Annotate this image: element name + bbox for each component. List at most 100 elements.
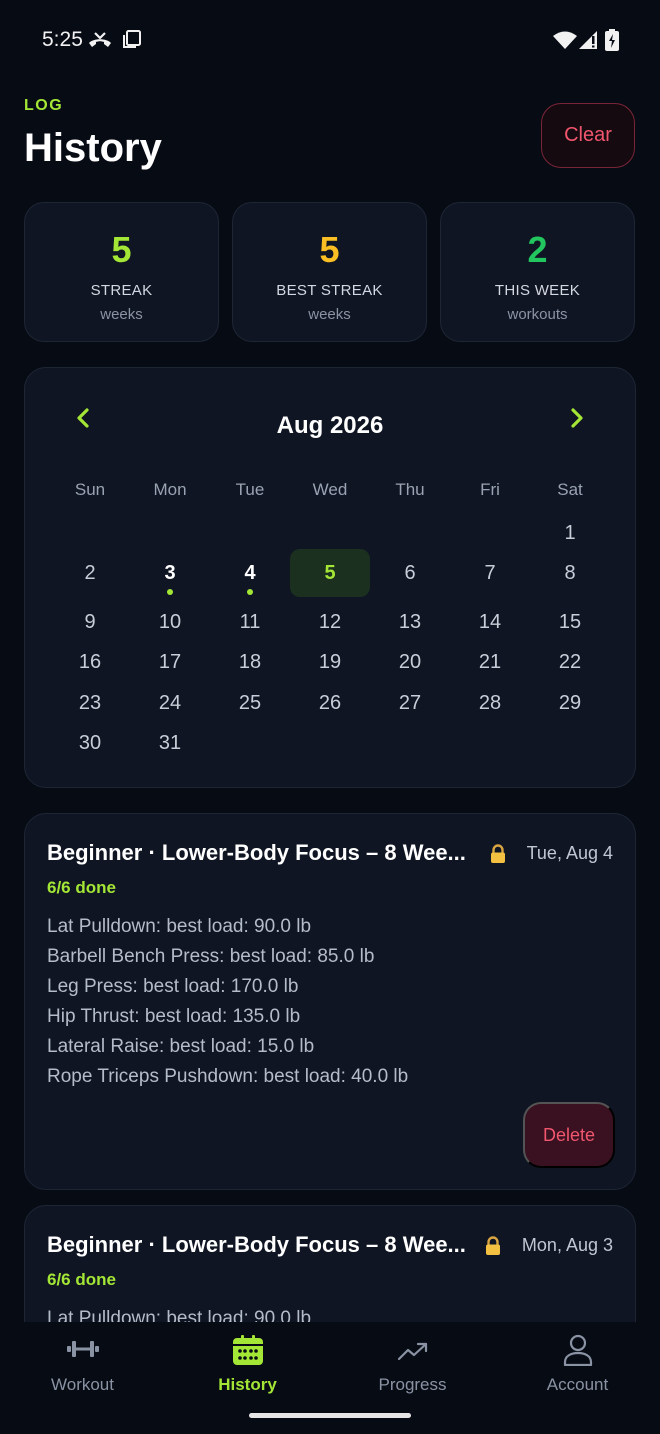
calendar-day-number: 4: [244, 562, 256, 584]
streak-card: 5 STREAK weeks: [24, 202, 219, 342]
calendar-day[interactable]: 29: [530, 679, 610, 727]
calendar-day-number: 10: [158, 611, 182, 633]
calendar-day[interactable]: 8: [530, 549, 610, 597]
this-week-unit: workouts: [507, 306, 568, 323]
this-week-card: 2 THIS WEEK workouts: [440, 202, 635, 342]
calendar-day-number: 11: [239, 611, 261, 633]
calendar-day-number: 17: [158, 651, 182, 673]
delete-session-button[interactable]: Delete: [523, 1102, 615, 1168]
next-month-button[interactable]: [557, 398, 597, 438]
calendar-day-today[interactable]: 5: [290, 549, 370, 597]
session-date: Mon, Aug 3: [521, 1235, 613, 1255]
calendar-day-number: 8: [564, 562, 576, 584]
lock-icon: [486, 1236, 500, 1255]
chevron-right-icon: [571, 408, 583, 428]
battery-icon: [605, 29, 619, 51]
logged-workout-dot: [247, 589, 253, 595]
clear-button[interactable]: Clear: [541, 103, 635, 168]
home-indicator[interactable]: [249, 1413, 411, 1418]
dumbbell-icon: [66, 1341, 99, 1357]
calendar-day-number: 24: [158, 692, 182, 714]
best-streak-value: 5: [319, 229, 340, 270]
calendar-day-number: 14: [478, 611, 502, 633]
calendar-day[interactable]: 26: [290, 679, 370, 727]
person-icon: [563, 1334, 592, 1366]
session-done-count: 6/6 done: [47, 1270, 116, 1289]
exercise-list: Lat Pulldown: best load: 90.0 lb Barbell…: [47, 912, 408, 1092]
calendar-day[interactable]: 3: [130, 549, 210, 597]
calendar-day-number: 26: [318, 692, 342, 714]
page-title: History: [24, 126, 162, 170]
calendar-day-number: 22: [558, 651, 582, 673]
calendar-day[interactable]: 30: [50, 719, 130, 767]
calendar-day-number: 30: [78, 732, 102, 754]
session-title: Beginner · Lower-Body Focus – 8 Wee...: [47, 1232, 466, 1257]
streak-unit: weeks: [100, 306, 143, 323]
session-date: Tue, Aug 4: [526, 843, 613, 863]
nav-label: Account: [546, 1375, 609, 1394]
calendar-day-number: 7: [484, 562, 496, 584]
best-streak-card: 5 BEST STREAK weeks: [232, 202, 427, 342]
streak-label: STREAK: [90, 282, 153, 299]
nav-item-account[interactable]: Account: [495, 1322, 660, 1412]
calendar-day-number: 31: [158, 732, 182, 754]
streak-value: 5: [111, 229, 132, 270]
calendar-day-number: 6: [404, 562, 416, 584]
calendar-day-number: 1: [564, 522, 576, 544]
calendar-day[interactable]: 7: [450, 549, 530, 597]
weekday-label: Fri: [480, 480, 500, 499]
logged-workout-dot: [167, 589, 173, 595]
trend-up-icon: [397, 1342, 427, 1361]
calendar-day[interactable]: 25: [210, 679, 290, 727]
calendar-day-number: 25: [238, 692, 262, 714]
calendar-day-number: 19: [318, 651, 342, 673]
calendar-day-number: 21: [478, 651, 502, 673]
session-done-count: 6/6 done: [47, 878, 116, 897]
this-week-value: 2: [527, 229, 548, 270]
weekday-label: Mon: [153, 480, 187, 499]
nav-label: History: [218, 1375, 277, 1394]
status-bar: 5:25: [0, 0, 660, 80]
best-streak-label: BEST STREAK: [276, 282, 383, 299]
screenshot-icon: [123, 30, 141, 48]
exercise-line: Hip Thrust: best load: 135.0 lb: [47, 1006, 301, 1027]
lock-icon: [491, 844, 505, 863]
signal-icon: [579, 31, 597, 49]
exercise-line: Lat Pulldown: best load: 90.0 lb: [47, 916, 312, 937]
session-title: Beginner · Lower-Body Focus – 8 Wee...: [47, 840, 466, 865]
weekday-label: Tue: [235, 480, 265, 499]
calendar-day-number: 15: [558, 611, 582, 633]
calendar-day[interactable]: 6: [370, 549, 450, 597]
weekday-label: Sun: [74, 480, 106, 499]
calendar-icon: [232, 1335, 263, 1365]
weekday-label: Thu: [395, 480, 425, 499]
calendar-day-number: 13: [398, 611, 422, 633]
calendar-day-number: 2: [84, 562, 96, 584]
nav-item-workout[interactable]: Workout: [0, 1322, 165, 1412]
section-eyebrow: LOG: [24, 97, 64, 114]
calendar-day[interactable]: 28: [450, 679, 530, 727]
calendar: Aug 2026 Sun Mon Tue Wed Thu Fri Sat 123…: [24, 367, 636, 788]
weekday-label: Wed: [312, 480, 348, 499]
calendar-day-number: 27: [398, 692, 422, 714]
calendar-day[interactable]: 4: [210, 549, 290, 597]
exercise-line: Lateral Raise: best load: 15.0 lb: [47, 1036, 315, 1057]
nav-label: Workout: [51, 1375, 114, 1394]
nav-item-history[interactable]: History: [165, 1322, 330, 1412]
calendar-day[interactable]: 31: [130, 719, 210, 767]
exercise-line: Rope Triceps Pushdown: best load: 40.0 l…: [47, 1066, 409, 1087]
calendar-month-label: Aug 2026: [276, 412, 384, 439]
exercise-line: Barbell Bench Press: best load: 85.0 lb: [47, 946, 375, 967]
calendar-day-number: 3: [164, 562, 176, 584]
nav-label: Progress: [378, 1375, 447, 1394]
calendar-day-number: 16: [78, 651, 102, 673]
this-week-label: THIS WEEK: [494, 282, 581, 299]
calendar-day[interactable]: 27: [370, 679, 450, 727]
calendar-day[interactable]: 2: [50, 549, 130, 597]
wifi-icon: [553, 31, 577, 49]
calendar-day-number: 9: [84, 611, 96, 633]
exercise-line: Leg Press: best load: 170.0 lb: [47, 976, 299, 997]
calendar-day-number: 12: [318, 611, 342, 633]
session-card[interactable]: Beginner · Lower-Body Focus – 8 Wee... T…: [24, 813, 636, 1190]
nav-item-progress[interactable]: Progress: [330, 1322, 495, 1412]
